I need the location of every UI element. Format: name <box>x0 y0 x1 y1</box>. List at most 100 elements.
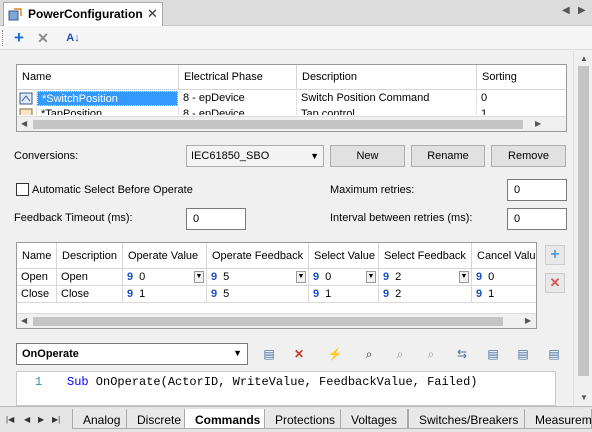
select-value: 0 <box>325 271 332 283</box>
values-grid-hscrollbar[interactable]: ◀ ▶ <box>17 313 536 328</box>
tab-analog[interactable]: Analog <box>72 409 132 429</box>
goto-line-icon[interactable]: ⇆ <box>451 343 473 365</box>
cell-description[interactable]: Open <box>57 269 123 286</box>
tab-discrete[interactable]: Discrete <box>126 409 193 429</box>
cell-cancel-value[interactable]: 91 <box>472 286 536 303</box>
replace-icon[interactable]: ⌕ <box>420 343 442 365</box>
remove-button[interactable]: Remove <box>491 145 566 167</box>
tab-switches-breakers[interactable]: Switches/Breakers <box>408 409 530 429</box>
cell-name[interactable]: *SwitchPosition <box>37 91 178 106</box>
cell-description[interactable]: Switch Position Command <box>297 91 477 106</box>
cell-select-feedback[interactable]: 9 2 ▼ <box>379 269 472 286</box>
scroll-right-icon[interactable]: ▶ <box>525 316 531 325</box>
prev-tab-icon[interactable]: ◀ <box>24 415 30 424</box>
cell-name[interactable]: *TapPosition <box>37 107 179 115</box>
tab-commands[interactable]: Commands <box>184 409 272 429</box>
column-header-select-value[interactable]: Select Value <box>309 243 379 269</box>
scroll-up-icon[interactable]: ▲ <box>580 54 588 63</box>
sort-az-icon[interactable]: A↓ <box>60 29 86 47</box>
tab-measurements[interactable]: Measurements <box>524 409 592 429</box>
find-next-icon[interactable]: ⌕ <box>389 343 411 365</box>
indent-icon[interactable]: ▤ <box>543 343 565 365</box>
conversions-select[interactable]: IEC61850_SBO ▼ <box>186 145 324 167</box>
first-tab-icon[interactable]: |◀ <box>6 415 14 424</box>
scroll-right-icon[interactable]: ▶ <box>535 119 541 128</box>
positions-grid[interactable]: Name Electrical Phase Description Sortin… <box>16 64 567 132</box>
auto-select-checkbox[interactable] <box>16 183 29 196</box>
column-header-operate-value[interactable]: Operate Value <box>123 243 207 269</box>
cell-cancel-value[interactable]: 90 <box>472 269 536 286</box>
cell-description[interactable]: Close <box>57 286 123 303</box>
scroll-thumb[interactable] <box>33 120 523 129</box>
cell-name[interactable]: Close <box>17 286 57 303</box>
rename-button[interactable]: Rename <box>411 145 485 167</box>
tab-next-icon[interactable]: ▶ <box>578 5 586 16</box>
script-editor[interactable]: 1 Sub OnOperate(ActorID, WriteValue, Fee… <box>16 371 556 406</box>
remove-value-icon[interactable]: ✕ <box>545 273 565 293</box>
next-tab-icon[interactable]: ▶ <box>38 415 44 424</box>
column-header-select-feedback[interactable]: Select Feedback <box>379 243 472 269</box>
cell-electrical-phase[interactable]: 8 - epDevice <box>179 91 297 106</box>
select-feedback: 2 <box>395 271 402 283</box>
add-icon[interactable]: + <box>10 29 28 47</box>
column-header-electrical-phase[interactable]: Electrical Phase <box>179 65 297 90</box>
last-tab-icon[interactable]: ▶| <box>52 415 60 424</box>
column-header-description[interactable]: Description <box>297 65 477 90</box>
cell-name[interactable]: Open <box>17 269 57 286</box>
cell-description[interactable]: Tap control <box>297 107 477 115</box>
toolbar-grip <box>2 30 4 46</box>
script-properties-icon[interactable]: ⚡ <box>324 343 346 365</box>
values-grid[interactable]: Name Description Operate Value Operate F… <box>16 242 537 329</box>
column-header-operate-feedback[interactable]: Operate Feedback <box>207 243 309 269</box>
chevron-down-icon[interactable]: ▼ <box>459 271 469 283</box>
interval-input[interactable]: 0 <box>507 208 567 230</box>
close-icon[interactable]: ✕ <box>147 6 158 22</box>
vertical-scrollbar[interactable]: ▲ ▼ <box>573 51 592 406</box>
find-icon[interactable]: ⌕ <box>358 343 380 365</box>
comment-icon[interactable]: ▤ <box>482 343 504 365</box>
uncomment-icon[interactable]: ▤ <box>512 343 534 365</box>
positions-grid-hscrollbar[interactable]: ◀ ▶ <box>17 116 566 131</box>
delete-icon[interactable]: ✕ <box>34 29 52 47</box>
cell-operate-value[interactable]: 91 <box>123 286 207 303</box>
column-header-cancel-value[interactable]: Cancel Value <box>472 243 536 269</box>
tab-protections[interactable]: Protections <box>264 409 347 429</box>
integer-type-icon: 9 <box>383 288 390 300</box>
feedback-timeout-input[interactable]: 0 <box>186 208 246 230</box>
script-event-select[interactable]: OnOperate ▼ <box>16 343 248 365</box>
max-retries-input[interactable]: 0 <box>507 179 567 201</box>
scroll-left-icon[interactable]: ◀ <box>21 316 27 325</box>
new-button[interactable]: New <box>330 145 405 167</box>
chevron-down-icon[interactable]: ▼ <box>296 271 306 283</box>
cell-operate-value[interactable]: 9 0 ▼ <box>123 269 207 286</box>
column-header-sorting[interactable]: Sorting <box>477 65 566 90</box>
cell-sorting[interactable]: 0 <box>477 91 566 106</box>
toolbar: + ✕ A↓ <box>0 26 592 50</box>
add-value-icon[interactable]: + <box>545 245 565 265</box>
cell-select-value[interactable]: 91 <box>309 286 379 303</box>
chevron-down-icon[interactable]: ▼ <box>366 271 376 283</box>
insert-script-icon[interactable]: ▤ <box>258 343 280 365</box>
cell-select-value[interactable]: 9 0 ▼ <box>309 269 379 286</box>
column-header-description[interactable]: Description <box>57 243 123 269</box>
scroll-left-icon[interactable]: ◀ <box>21 119 27 128</box>
scroll-thumb[interactable] <box>33 317 503 326</box>
chevron-down-icon: ▼ <box>233 348 242 358</box>
cell-operate-feedback[interactable]: 9 5 ▼ <box>207 269 309 286</box>
operate-feedback: 5 <box>223 271 230 283</box>
chevron-down-icon[interactable]: ▼ <box>194 271 204 283</box>
cell-select-feedback[interactable]: 92 <box>379 286 472 303</box>
column-header-name[interactable]: Name <box>17 65 179 90</box>
cell-operate-feedback[interactable]: 95 <box>207 286 309 303</box>
operate-value: 1 <box>139 288 146 300</box>
scroll-down-icon[interactable]: ▼ <box>580 393 588 402</box>
tab-prev-icon[interactable]: ◀ <box>562 5 570 16</box>
cell-sorting[interactable]: 1 <box>477 107 566 115</box>
tab-voltages[interactable]: Voltages <box>340 409 409 429</box>
code-keyword: Sub <box>67 375 89 389</box>
document-tab[interactable]: PowerConfiguration ✕ <box>3 2 163 26</box>
column-header-name[interactable]: Name <box>17 243 57 269</box>
delete-script-icon[interactable]: ✕ <box>288 343 310 365</box>
scroll-thumb[interactable] <box>578 66 589 376</box>
cell-electrical-phase[interactable]: 8 - epDevice <box>179 107 297 115</box>
